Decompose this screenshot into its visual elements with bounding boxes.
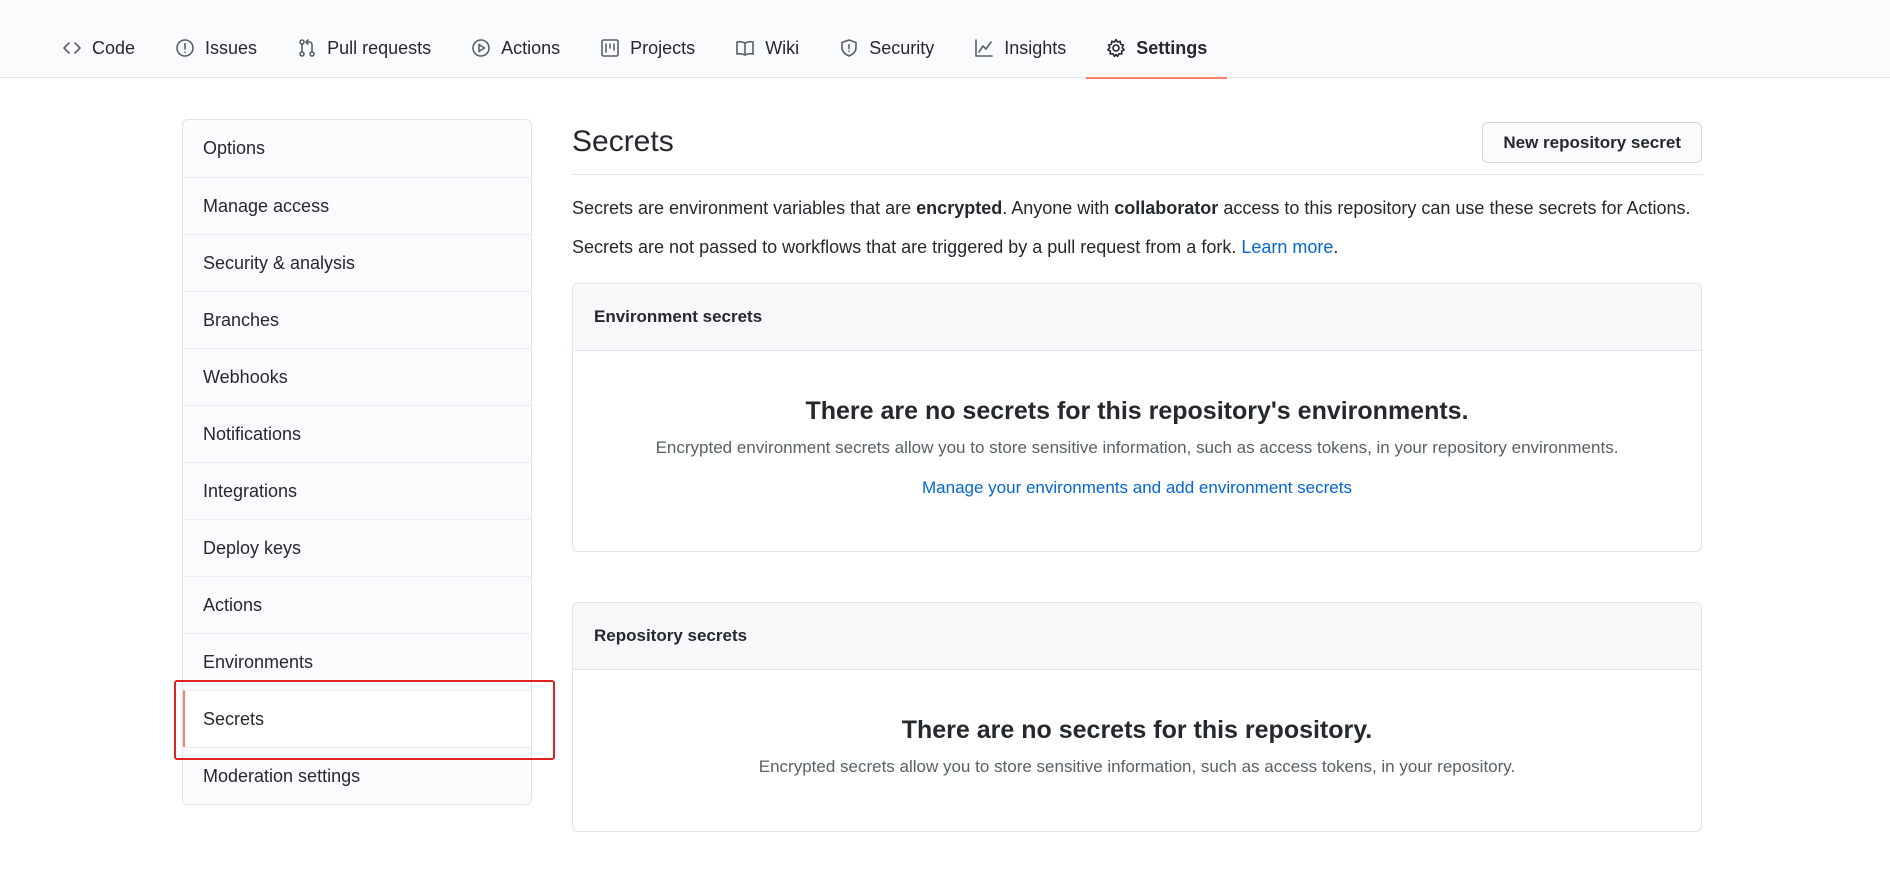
gear-icon [1106, 38, 1126, 58]
tab-label: Wiki [765, 38, 800, 58]
env-empty-title: There are no secrets for this repository… [805, 397, 1469, 425]
graph-icon [974, 38, 994, 58]
sidebar-item-manage-access[interactable]: Manage access [183, 177, 531, 234]
repository-secrets-blankslate: There are no secrets for this repository… [573, 670, 1701, 831]
tab-label: Projects [630, 38, 696, 58]
fork-note: Secrets are not passed to workflows that… [572, 234, 1702, 261]
sidebar-item-secrets[interactable]: Secrets [183, 690, 531, 747]
page-header: Secrets New repository secret [572, 119, 1702, 175]
environment-secrets-blankslate: There are no secrets for this repository… [573, 351, 1701, 551]
sidebar-item-security-analysis[interactable]: Security & analysis [183, 234, 531, 291]
tab-label: Pull requests [327, 38, 432, 58]
settings-sidebar: Options Manage access Security & analysi… [182, 119, 532, 805]
desc-text: access to this repository can use these … [1218, 198, 1691, 218]
issue-icon [175, 38, 195, 58]
book-icon [735, 38, 755, 58]
tab-actions[interactable]: Actions [451, 22, 580, 78]
secrets-main: Secrets New repository secret Secrets ar… [572, 119, 1702, 832]
fork-note-end: . [1333, 237, 1339, 257]
page-title: Secrets [572, 125, 674, 158]
learn-more-link[interactable]: Learn more [1241, 237, 1333, 257]
tab-wiki[interactable]: Wiki [715, 22, 819, 78]
desc-text: . Anyone with [1002, 198, 1115, 218]
tab-projects[interactable]: Projects [580, 22, 715, 78]
play-icon [471, 38, 491, 58]
repository-secrets-box: Repository secrets There are no secrets … [572, 602, 1702, 832]
tab-label: Code [92, 38, 136, 58]
sidebar-item-deploy-keys[interactable]: Deploy keys [183, 519, 531, 576]
fork-note-text: Secrets are not passed to workflows that… [572, 237, 1242, 257]
tab-issues[interactable]: Issues [155, 22, 277, 78]
manage-environments-link[interactable]: Manage your environments and add environ… [922, 478, 1352, 498]
secrets-description: Secrets are environment variables that a… [572, 195, 1702, 222]
tab-insights[interactable]: Insights [954, 22, 1086, 78]
sidebar-item-options[interactable]: Options [183, 120, 531, 177]
tab-label: Actions [501, 38, 561, 58]
sidebar-item-webhooks[interactable]: Webhooks [183, 348, 531, 405]
environment-secrets-header: Environment secrets [573, 284, 1701, 351]
tab-security[interactable]: Security [819, 22, 954, 78]
tab-label: Settings [1136, 38, 1208, 58]
repo-empty-description: Encrypted secrets allow you to store sen… [758, 757, 1516, 776]
repo-tabs: Code Issues Pull requests Actions Projec… [42, 22, 1228, 79]
sidebar-item-moderation-settings[interactable]: Moderation settings [183, 747, 531, 804]
desc-text: Secrets are environment variables that a… [572, 198, 917, 218]
new-repository-secret-button[interactable]: New repository secret [1482, 122, 1702, 163]
tab-code[interactable]: Code [42, 22, 155, 78]
tab-pull-requests[interactable]: Pull requests [277, 22, 451, 78]
sidebar-item-integrations[interactable]: Integrations [183, 462, 531, 519]
sidebar-item-actions[interactable]: Actions [183, 576, 531, 633]
environment-secrets-box: Environment secrets There are no secrets… [572, 283, 1702, 552]
shield-icon [839, 38, 859, 58]
env-empty-description: Encrypted environment secrets allow you … [655, 438, 1619, 457]
tab-label: Insights [1004, 38, 1067, 58]
pull-request-icon [297, 38, 317, 58]
project-icon [600, 38, 620, 58]
desc-bold-collaborator: collaborator [1114, 198, 1219, 218]
sidebar-item-branches[interactable]: Branches [183, 291, 531, 348]
sidebar-item-notifications[interactable]: Notifications [183, 405, 531, 462]
sidebar-item-environments[interactable]: Environments [183, 633, 531, 690]
repo-empty-title: There are no secrets for this repository… [901, 716, 1373, 744]
repo-nav: Code Issues Pull requests Actions Projec… [0, 0, 1890, 79]
repository-secrets-header: Repository secrets [573, 603, 1701, 670]
code-icon [62, 38, 82, 58]
desc-bold-encrypted: encrypted [916, 198, 1003, 218]
tab-label: Issues [205, 38, 258, 58]
tab-settings[interactable]: Settings [1086, 22, 1228, 79]
tab-label: Security [869, 38, 935, 58]
